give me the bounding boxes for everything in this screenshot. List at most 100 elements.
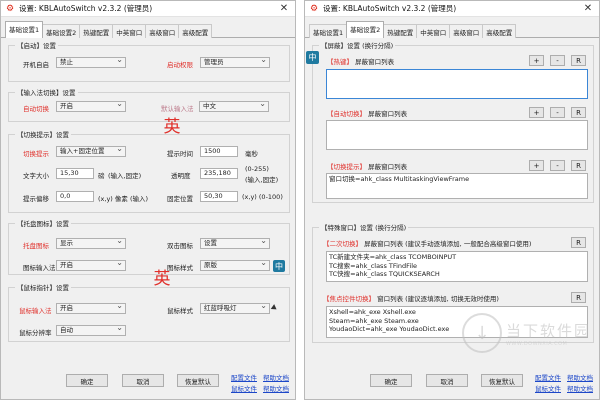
auto-switch-select[interactable]: 开启	[56, 99, 126, 112]
switchtip-tag: 【切换提示】	[327, 163, 366, 171]
switchtip-reset-button[interactable]: R	[571, 160, 586, 171]
autoswitch-reset-button[interactable]: R	[571, 107, 586, 118]
title-bar: ⚙ 设置: KBLAutoSwitch v2.3.2 (管理员) ✕	[305, 1, 599, 17]
tab-bar: 基础设置1 基础设置2 热键配置 中英窗口 高级窗口 高级配置	[1, 17, 295, 38]
restore-default-button[interactable]: 恢复默认	[481, 374, 523, 387]
config-file-link[interactable]: 配置文件	[231, 372, 257, 382]
autoswitch-block-list[interactable]	[326, 120, 588, 150]
autoswitch-add-button[interactable]: +	[529, 107, 544, 118]
startup-group: 【启动】设置 开机自启 禁止 启动权限 管理员	[8, 40, 290, 82]
tray-select[interactable]: 显示	[56, 236, 126, 249]
offset-input[interactable]: 0,0	[56, 191, 94, 202]
focus-switch-label: 【焦点控件切换】 窗口列表 (建议逐填添加, 切换无效时使用)	[323, 293, 499, 303]
focus-switch-tag: 【焦点控件切换】	[323, 295, 375, 303]
group-title: 【特殊窗口】设置 (换行分隔)	[319, 222, 409, 232]
second-switch-label: 【二次切换】 屏蔽窗口列表 (建议手动逐填添加, 一般配合高级窗口使用)	[323, 238, 531, 248]
fixed-pos-unit: (x,y) (0-100)	[242, 193, 283, 201]
mouse-pointer-group: 【鼠标指针】设置 鼠标输入法 开启 鼠标样式 红蓝呼吸灯 鼠标分辨率 自动	[8, 282, 290, 342]
tray-label: 托盘图标	[23, 242, 49, 250]
tab-advanced-config[interactable]: 高级配置	[178, 24, 213, 38]
autoswitch-block-text: 屏蔽窗口列表	[368, 110, 408, 118]
mouse-file-link[interactable]: 鼠标文件	[231, 383, 257, 393]
switchtip-add-button[interactable]: +	[529, 160, 544, 171]
tab-basic-2[interactable]: 基础设置2	[42, 24, 81, 38]
ime-switch-group: 【输入法切换】设置 自动切换 开启 默认输入法 中文	[8, 87, 290, 122]
help-doc-link[interactable]: 帮助文档	[567, 372, 593, 382]
mouse-file-link[interactable]: 鼠标文件	[535, 383, 561, 393]
second-switch-list[interactable]: TC新建文件夹=ahk_class TCOMBOINPUT TC搜索=ahk_c…	[326, 251, 588, 282]
mouse-dpi-label: 鼠标分辨率	[19, 329, 52, 337]
opacity-label: 透明度	[171, 172, 191, 180]
cancel-button[interactable]: 取消	[122, 374, 164, 387]
fixed-pos-input[interactable]: 50,30	[200, 191, 238, 202]
autoswitch-remove-button[interactable]: -	[550, 107, 565, 118]
block-settings-group: 【屏蔽】设置 (换行分隔) 【热键】 屏蔽窗口列表 + - R 【自动切换】 屏…	[312, 40, 594, 203]
ime-status-badge: 中	[306, 51, 319, 64]
help-doc-link[interactable]: 帮助文档	[263, 372, 289, 382]
icon-style-select[interactable]: 原版	[200, 258, 270, 271]
mouse-style-select[interactable]: 红蓝呼吸灯	[200, 301, 270, 314]
opacity-hint-range: (0-255)	[245, 165, 269, 173]
font-size-input[interactable]: 15,30	[56, 168, 94, 179]
opacity-input[interactable]: 235,180	[200, 168, 238, 179]
list-line: TC搜索=ahk_class TFindFile	[329, 261, 418, 270]
focus-switch-text: 窗口列表 (建议逐填添加, 切换无效时使用)	[377, 295, 499, 303]
group-title: 【鼠标指针】设置	[15, 282, 71, 292]
watermark-en: WWW.DOWNXIA.COM	[505, 340, 568, 347]
ok-button[interactable]: 确定	[66, 374, 108, 387]
dbl-click-select[interactable]: 设置	[200, 236, 270, 249]
switchtip-remove-button[interactable]: -	[550, 160, 565, 171]
tab-basic-1[interactable]: 基础设置1	[309, 24, 348, 38]
second-switch-text: 屏蔽窗口列表 (建议手动逐填添加, 一般配合高级窗口使用)	[364, 240, 532, 248]
hotkey-reset-button[interactable]: R	[571, 55, 586, 66]
tab-basic-2[interactable]: 基础设置2	[346, 21, 385, 38]
second-switch-tag: 【二次切换】	[323, 240, 362, 248]
hotkey-add-button[interactable]: +	[529, 55, 544, 66]
tab-advanced-config[interactable]: 高级配置	[482, 24, 517, 38]
tip-select[interactable]: 输入+固定位置	[56, 144, 126, 157]
close-icon[interactable]: ✕	[273, 1, 295, 16]
priv-select[interactable]: 管理员	[200, 55, 270, 68]
settings-window-basic-2: ⚙ 设置: KBLAutoSwitch v2.3.2 (管理员) ✕ 基础设置1…	[304, 0, 600, 400]
watermark: ↓ 当下软件园 WWW.DOWNXIA.COM	[461, 313, 591, 353]
fixed-pos-label: 固定位置	[167, 195, 193, 203]
hotkey-remove-button[interactable]: -	[550, 55, 565, 66]
mouse-dpi-select[interactable]: 自动	[56, 323, 126, 336]
restore-default-button[interactable]: 恢复默认	[177, 374, 219, 387]
mouse-ime-select[interactable]: 开启	[56, 301, 126, 314]
hotkey-tag: 【热键】	[327, 58, 353, 66]
tab-hotkeys[interactable]: 热键配置	[79, 24, 114, 38]
second-switch-reset-button[interactable]: R	[571, 237, 586, 248]
help-doc-link-2[interactable]: 帮助文档	[263, 383, 289, 393]
default-ime-select[interactable]: 中文	[199, 99, 269, 112]
tab-cn-en-windows[interactable]: 中英窗口	[112, 24, 147, 38]
auto-switch-label: 自动切换	[23, 105, 49, 113]
title-bar: ⚙ 设置: KBLAutoSwitch v2.3.2 (管理员) ✕	[1, 1, 295, 17]
cancel-button[interactable]: 取消	[426, 374, 468, 387]
app-gear-icon: ⚙	[5, 3, 15, 14]
switchtip-block-list[interactable]: 窗口切换=ahk_class MultitaskingViewFrame	[326, 173, 588, 199]
tab-advanced-windows[interactable]: 高级窗口	[449, 24, 484, 38]
tip-time-input[interactable]: 1500	[200, 146, 238, 157]
group-title: 【启动】设置	[15, 40, 58, 50]
tab-cn-en-windows[interactable]: 中英窗口	[416, 24, 451, 38]
hotkey-block-list[interactable]	[326, 69, 588, 99]
tab-advanced-windows[interactable]: 高级窗口	[145, 24, 180, 38]
close-icon[interactable]: ✕	[577, 1, 599, 16]
font-size-label: 文字大小	[23, 172, 49, 180]
ok-button[interactable]: 确定	[370, 374, 412, 387]
tab-hotkeys[interactable]: 热键配置	[383, 24, 418, 38]
group-title: 【输入法切换】设置	[15, 87, 78, 97]
mouse-style-label: 鼠标样式	[167, 307, 193, 315]
icon-ime-select[interactable]: 开启	[56, 258, 126, 271]
priv-label: 启动权限	[167, 61, 193, 69]
opacity-hint-mode: (输入,固定)	[245, 176, 279, 184]
focus-switch-reset-button[interactable]: R	[571, 292, 586, 303]
help-doc-link-2[interactable]: 帮助文档	[567, 383, 593, 393]
config-file-link[interactable]: 配置文件	[535, 372, 561, 382]
watermark-logo-icon: ↓	[461, 313, 502, 353]
tab-basic-1[interactable]: 基础设置1	[5, 21, 44, 38]
offset-unit: (x,y) 像素 (输入)	[98, 195, 149, 203]
switch-tip-group: 【切换提示】设置 切换提示 输入+固定位置 提示时间 1500 毫秒 文字大小 …	[8, 129, 290, 213]
boot-select[interactable]: 禁止	[56, 55, 126, 68]
